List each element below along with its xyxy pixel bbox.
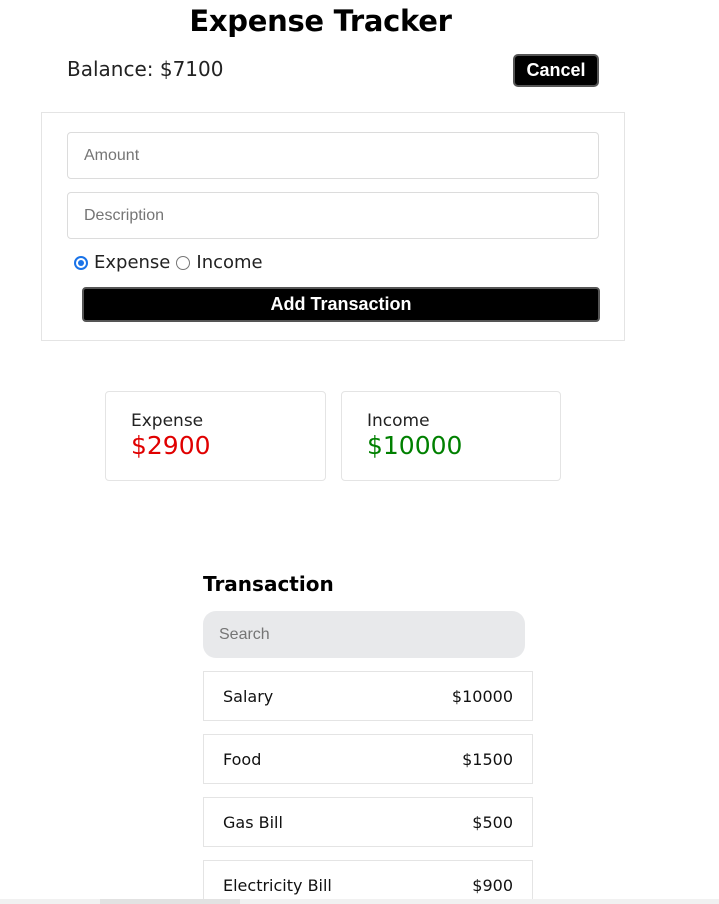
transaction-amount: $1500 bbox=[462, 749, 513, 769]
transaction-list: Salary $10000 Food $1500 Gas Bill $500 E… bbox=[203, 671, 533, 904]
transaction-row[interactable]: Salary $10000 bbox=[203, 671, 533, 721]
transactions-heading: Transaction bbox=[203, 572, 334, 596]
transaction-name: Salary bbox=[223, 686, 274, 706]
transaction-amount: $900 bbox=[472, 875, 513, 895]
search-input[interactable] bbox=[203, 611, 525, 658]
income-radio-label[interactable]: Income bbox=[196, 252, 262, 273]
income-summary-value: $10000 bbox=[367, 431, 463, 460]
transaction-type-group: Expense Income bbox=[74, 252, 269, 273]
transaction-row[interactable]: Food $1500 bbox=[203, 734, 533, 784]
transaction-name: Electricity Bill bbox=[223, 875, 332, 895]
app-title: Expense Tracker bbox=[189, 4, 452, 38]
transaction-amount: $10000 bbox=[451, 686, 513, 706]
transaction-row[interactable]: Gas Bill $500 bbox=[203, 797, 533, 847]
app-page: Expense Tracker Balance: $7100 Cancel Ex… bbox=[0, 0, 719, 904]
balance-text: Balance: $7100 bbox=[67, 57, 224, 81]
transaction-amount: $500 bbox=[472, 812, 513, 832]
transaction-name: Food bbox=[223, 749, 262, 769]
expense-summary-card: Expense $2900 bbox=[105, 391, 326, 481]
income-radio[interactable] bbox=[176, 255, 191, 270]
cancel-button[interactable]: Cancel bbox=[513, 54, 599, 87]
expense-summary-value: $2900 bbox=[131, 431, 211, 460]
income-summary-label: Income bbox=[367, 411, 430, 431]
expense-radio[interactable] bbox=[74, 255, 88, 270]
horizontal-scrollbar[interactable] bbox=[0, 899, 719, 904]
horizontal-scrollbar-thumb[interactable] bbox=[100, 899, 240, 904]
amount-input[interactable] bbox=[67, 132, 599, 179]
transaction-row[interactable]: Electricity Bill $900 bbox=[203, 860, 533, 904]
description-input[interactable] bbox=[67, 192, 599, 239]
add-transaction-button[interactable]: Add Transaction bbox=[82, 287, 600, 322]
transaction-name: Gas Bill bbox=[223, 812, 283, 832]
add-transaction-form: Expense Income Add Transaction bbox=[41, 112, 625, 341]
expense-radio-label[interactable]: Expense bbox=[94, 252, 170, 273]
expense-summary-label: Expense bbox=[131, 411, 204, 431]
income-summary-card: Income $10000 bbox=[341, 391, 561, 481]
